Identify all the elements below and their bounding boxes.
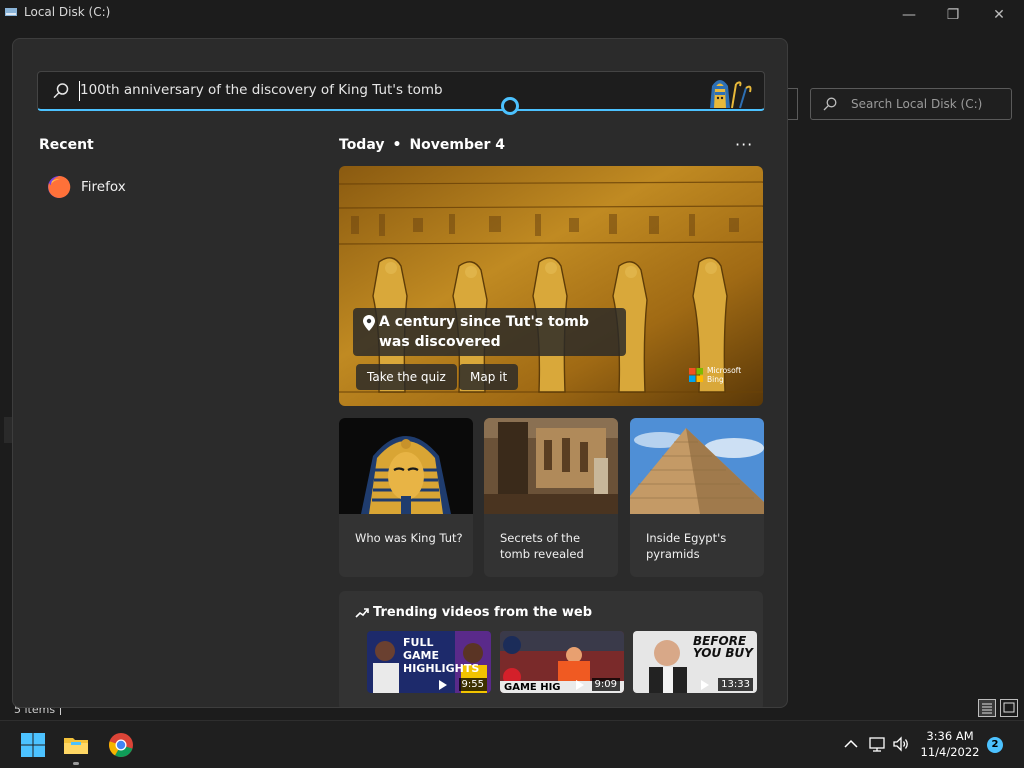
search-icon bbox=[823, 97, 837, 111]
explorer-titlebar: Local Disk (C:) — ❐ ✕ bbox=[0, 0, 1024, 30]
play-icon bbox=[576, 680, 584, 690]
file-explorer-icon[interactable] bbox=[62, 731, 90, 759]
microsoft-logo-icon bbox=[689, 368, 703, 382]
video-thumbnail-2[interactable]: GAME HIG 9:09 bbox=[500, 631, 624, 693]
video-thumbnail-3[interactable]: BEFORE YOU BUY 13:33 bbox=[633, 631, 757, 693]
windows-start-icon[interactable] bbox=[19, 731, 47, 759]
tomb-interior-image bbox=[484, 418, 618, 514]
recent-item-firefox[interactable]: Firefox bbox=[47, 173, 287, 201]
drive-icon bbox=[5, 8, 17, 16]
today-date: November 4 bbox=[409, 137, 506, 153]
explorer-title: Local Disk (C:) bbox=[24, 5, 111, 19]
chrome-icon[interactable] bbox=[107, 731, 135, 759]
hero-card[interactable]: A century since Tut's tomb was discovere… bbox=[339, 166, 763, 406]
tiles-view-button[interactable] bbox=[1000, 699, 1018, 717]
nav-scroll-marker bbox=[4, 417, 12, 443]
trending-heading[interactable]: Trending videos from the web bbox=[355, 605, 592, 620]
video-overlay-text: BEFORE YOU BUY bbox=[693, 634, 753, 660]
recent-item-label: Firefox bbox=[81, 179, 126, 195]
card-secrets-of-the-tomb[interactable]: Secrets of the tomb revealed bbox=[484, 418, 618, 577]
clock-date[interactable]: 11/4/2022 bbox=[912, 745, 988, 759]
video-thumbnail-1[interactable]: FULL GAME HIGHLIGHTS 9:55 bbox=[367, 631, 491, 693]
card-inside-egypts-pyramids[interactable]: Inside Egypt's pyramids bbox=[630, 418, 764, 577]
trending-videos-section: Trending videos from the web FULL GAME H… bbox=[339, 591, 763, 707]
trending-title: Trending videos from the web bbox=[373, 605, 593, 620]
more-options-button[interactable]: ··· bbox=[735, 135, 753, 154]
bing-brand-label: Microsoft Bing bbox=[707, 366, 742, 384]
pyramid-image bbox=[630, 418, 764, 514]
today-label: Today bbox=[339, 137, 385, 153]
close-button[interactable]: ✕ bbox=[984, 4, 1014, 26]
volume-icon[interactable] bbox=[892, 735, 910, 753]
details-view-icon bbox=[982, 703, 992, 714]
video-duration: 9:55 bbox=[458, 678, 487, 691]
card-label: Secrets of the tomb revealed bbox=[500, 531, 584, 561]
chevron-up-icon[interactable] bbox=[842, 735, 860, 753]
date-separator: • bbox=[392, 137, 402, 153]
search-focus-indicator bbox=[501, 97, 519, 115]
card-who-was-king-tut[interactable]: Who was King Tut? bbox=[339, 418, 473, 577]
network-icon[interactable] bbox=[868, 735, 886, 753]
notification-badge[interactable]: 2 bbox=[987, 737, 1003, 753]
taskbar: 3:36 AM 11/4/2022 2 bbox=[0, 720, 1024, 768]
recent-heading: Recent bbox=[39, 137, 94, 153]
tiles-view-icon bbox=[1003, 702, 1015, 713]
explorer-search-box[interactable]: Search Local Disk (C:) bbox=[810, 88, 1012, 120]
trending-up-icon bbox=[355, 607, 369, 618]
play-icon bbox=[439, 680, 447, 690]
search-input[interactable]: 100th anniversary of the discovery of Ki… bbox=[80, 82, 443, 98]
search-icon bbox=[53, 83, 69, 99]
explorer-search-placeholder: Search Local Disk (C:) bbox=[851, 97, 983, 111]
golden-mask-image bbox=[339, 418, 473, 514]
address-bar-edge[interactable] bbox=[788, 88, 798, 120]
today-header: Today • November 4 bbox=[339, 137, 505, 153]
clock-time[interactable]: 3:36 AM bbox=[912, 729, 988, 743]
hero-caption-box[interactable]: A century since Tut's tomb was discovere… bbox=[353, 308, 626, 356]
maximize-button[interactable]: ❐ bbox=[938, 4, 968, 26]
hero-caption: A century since Tut's tomb was discovere… bbox=[379, 314, 589, 350]
video-duration: 9:09 bbox=[591, 678, 620, 691]
take-quiz-button[interactable]: Take the quiz bbox=[356, 364, 457, 390]
firefox-icon bbox=[48, 175, 71, 198]
location-pin-icon bbox=[363, 315, 375, 331]
details-view-button[interactable] bbox=[978, 699, 996, 717]
video-duration: 13:33 bbox=[718, 678, 753, 691]
map-it-button[interactable]: Map it bbox=[459, 364, 519, 390]
card-label: Inside Egypt's pyramids bbox=[646, 531, 727, 561]
play-icon bbox=[701, 680, 709, 690]
card-label: Who was King Tut? bbox=[355, 531, 463, 545]
search-flyout: 100th anniversary of the discovery of Ki… bbox=[12, 38, 788, 708]
minimize-button[interactable]: — bbox=[894, 4, 924, 26]
search-box[interactable]: 100th anniversary of the discovery of Ki… bbox=[37, 71, 765, 111]
app-running-indicator bbox=[73, 762, 79, 765]
video-overlay-text: FULL GAME HIGHLIGHTS bbox=[403, 636, 480, 675]
pharaoh-doodle-icon[interactable] bbox=[696, 72, 764, 110]
video-overlay-text: GAME HIG bbox=[504, 682, 561, 693]
